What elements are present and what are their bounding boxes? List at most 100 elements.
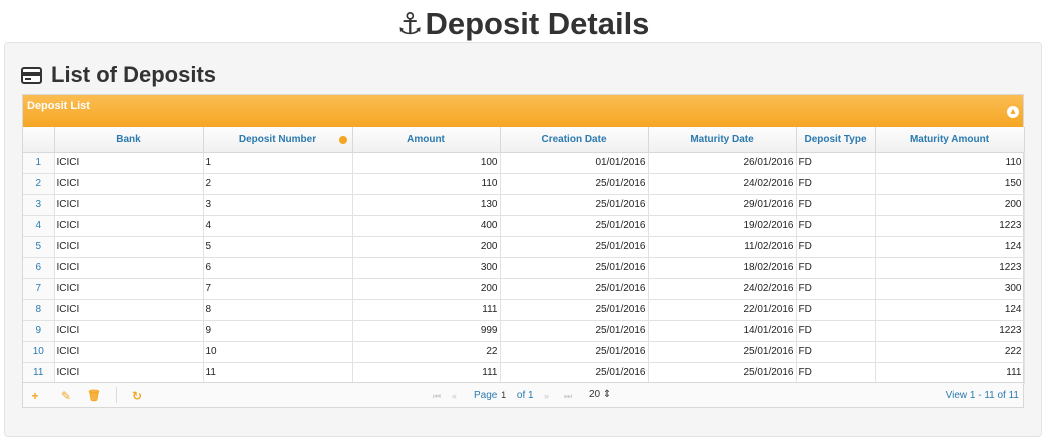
page-title-text: Deposit Details bbox=[425, 6, 650, 41]
deposit-number-cell: 1 bbox=[203, 152, 353, 174]
creation-date-cell: 01/01/2016 bbox=[500, 152, 649, 174]
deposit-number-cell: 6 bbox=[203, 257, 353, 279]
maturity-amount-cell: 1223 bbox=[875, 257, 1025, 279]
section-title: List of Deposits bbox=[21, 61, 216, 89]
maturity-amount-cell: 1223 bbox=[875, 320, 1025, 342]
creation-date-cell: 25/01/2016 bbox=[500, 299, 649, 321]
trash-icon[interactable]: 🗑 bbox=[87, 389, 101, 403]
maturity-date-cell: 18/02/2016 bbox=[648, 257, 797, 279]
column-header-maturity-amount[interactable]: Maturity Amount bbox=[875, 127, 1025, 153]
row-number: 5 bbox=[23, 236, 55, 258]
creation-date-cell: 25/01/2016 bbox=[500, 341, 649, 363]
deposit-number-cell: 8 bbox=[203, 299, 353, 321]
table-row[interactable]: 2 ICICI 2 110 25/01/2016 24/02/2016 FD 150 bbox=[23, 173, 1025, 195]
table-row[interactable]: 8 ICICI 8 111 25/01/2016 22/01/2016 FD 124 bbox=[23, 299, 1025, 321]
deposit-number-cell: 2 bbox=[203, 173, 353, 195]
column-header-bank[interactable]: Bank bbox=[54, 127, 204, 153]
deposit-grid: Deposit List ▴ Bank Deposit Number Amoun… bbox=[22, 94, 1025, 408]
page-label: Page bbox=[474, 390, 498, 401]
deposit-type-cell: FD bbox=[796, 341, 876, 363]
maturity-date-cell: 24/02/2016 bbox=[648, 278, 797, 300]
deposit-number-cell: 5 bbox=[203, 236, 353, 258]
rows-per-page-value: 20 bbox=[589, 389, 601, 400]
table-row[interactable]: 7 ICICI 7 200 25/01/2016 24/02/2016 FD 300 bbox=[23, 278, 1025, 300]
pager-divider bbox=[116, 387, 117, 403]
row-number: 9 bbox=[23, 320, 55, 342]
row-number: 7 bbox=[23, 278, 55, 300]
row-number: 2 bbox=[23, 173, 55, 195]
collapse-toggle-icon[interactable]: ▴ bbox=[1007, 106, 1019, 118]
select-arrows-icon: ⇕ bbox=[602, 389, 612, 400]
table-row[interactable]: 1 ICICI 1 100 01/01/2016 26/01/2016 FD 110 bbox=[23, 152, 1025, 174]
sort-icon[interactable] bbox=[338, 136, 347, 144]
page-title: ⚓Deposit Details bbox=[0, 4, 1046, 45]
amount-cell: 999 bbox=[352, 320, 501, 342]
table-row[interactable]: 6 ICICI 6 300 25/01/2016 18/02/2016 FD 1223 bbox=[23, 257, 1025, 279]
deposit-type-cell: FD bbox=[796, 257, 876, 279]
table-row[interactable]: 9 ICICI 9 999 25/01/2016 14/01/2016 FD 1223 bbox=[23, 320, 1025, 342]
amount-cell: 200 bbox=[352, 278, 501, 300]
row-number: 6 bbox=[23, 257, 55, 279]
bank-cell: ICICI bbox=[54, 257, 204, 279]
column-header-deposit-type[interactable]: Deposit Type bbox=[796, 127, 876, 153]
maturity-amount-cell: 110 bbox=[875, 152, 1025, 174]
deposit-number-cell: 10 bbox=[203, 341, 353, 363]
deposit-type-cell: FD bbox=[796, 236, 876, 258]
pencil-icon[interactable]: ✎ bbox=[59, 389, 73, 403]
maturity-date-cell: 25/01/2016 bbox=[648, 341, 797, 363]
grid-caption: Deposit List ▴ bbox=[23, 95, 1023, 127]
refresh-icon[interactable]: ↻ bbox=[130, 389, 144, 403]
maturity-amount-cell: 222 bbox=[875, 341, 1025, 363]
maturity-date-cell: 22/01/2016 bbox=[648, 299, 797, 321]
amount-cell: 400 bbox=[352, 215, 501, 237]
column-header-deposit-number-label: Deposit Number bbox=[238, 133, 317, 145]
maturity-date-cell: 14/01/2016 bbox=[648, 320, 797, 342]
row-number: 3 bbox=[23, 194, 55, 216]
table-row[interactable]: 10 ICICI 10 22 25/01/2016 25/01/2016 FD 222 bbox=[23, 341, 1025, 363]
section-title-text: List of Deposits bbox=[51, 62, 217, 87]
grid-caption-text: Deposit List bbox=[27, 100, 90, 112]
amount-cell: 200 bbox=[352, 236, 501, 258]
page-number-input[interactable] bbox=[500, 389, 515, 401]
bank-cell: ICICI bbox=[54, 320, 204, 342]
creation-date-cell: 25/01/2016 bbox=[500, 278, 649, 300]
creation-date-cell: 25/01/2016 bbox=[500, 173, 649, 195]
prev-page-icon[interactable]: « bbox=[452, 389, 457, 403]
column-header-deposit-number[interactable]: Deposit Number bbox=[203, 127, 353, 153]
bank-cell: ICICI bbox=[54, 299, 204, 321]
maturity-date-cell: 25/01/2016 bbox=[648, 362, 797, 384]
bank-cell: ICICI bbox=[54, 236, 204, 258]
row-number: 10 bbox=[23, 341, 55, 363]
last-page-icon[interactable]: ⏭ bbox=[564, 389, 572, 403]
plus-icon[interactable]: + bbox=[28, 389, 42, 403]
rows-per-page-select[interactable]: 20 ⇕ bbox=[589, 388, 611, 402]
first-page-icon[interactable]: ⏮ bbox=[433, 389, 441, 403]
table-row[interactable]: 3 ICICI 3 130 25/01/2016 29/01/2016 FD 200 bbox=[23, 194, 1025, 216]
deposit-number-cell: 7 bbox=[203, 278, 353, 300]
row-number: 4 bbox=[23, 215, 55, 237]
table-row[interactable]: 5 ICICI 5 200 25/01/2016 11/02/2016 FD 124 bbox=[23, 236, 1025, 258]
deposit-type-cell: FD bbox=[796, 362, 876, 384]
maturity-amount-cell: 150 bbox=[875, 173, 1025, 195]
column-header-creation-date[interactable]: Creation Date bbox=[500, 127, 649, 153]
maturity-amount-cell: 1223 bbox=[875, 215, 1025, 237]
bank-cell: ICICI bbox=[54, 173, 204, 195]
next-page-icon[interactable]: » bbox=[544, 389, 549, 403]
deposit-type-cell: FD bbox=[796, 215, 876, 237]
deposit-number-cell: 3 bbox=[203, 194, 353, 216]
maturity-date-cell: 11/02/2016 bbox=[648, 236, 797, 258]
deposit-type-cell: FD bbox=[796, 173, 876, 195]
deposit-type-cell: FD bbox=[796, 278, 876, 300]
column-header-rownum bbox=[23, 127, 55, 153]
table-row[interactable]: 4 ICICI 4 400 25/01/2016 19/02/2016 FD 1223 bbox=[23, 215, 1025, 237]
maturity-amount-cell: 124 bbox=[875, 236, 1025, 258]
deposit-number-cell: 4 bbox=[203, 215, 353, 237]
amount-cell: 111 bbox=[352, 362, 501, 384]
table-row[interactable]: 11 ICICI 11 111 25/01/2016 25/01/2016 FD 111 bbox=[23, 362, 1025, 384]
creation-date-cell: 25/01/2016 bbox=[500, 320, 649, 342]
column-header-maturity-date[interactable]: Maturity Date bbox=[648, 127, 797, 153]
amount-cell: 110 bbox=[352, 173, 501, 195]
maturity-date-cell: 19/02/2016 bbox=[648, 215, 797, 237]
column-header-amount[interactable]: Amount bbox=[352, 127, 501, 153]
amount-cell: 100 bbox=[352, 152, 501, 174]
